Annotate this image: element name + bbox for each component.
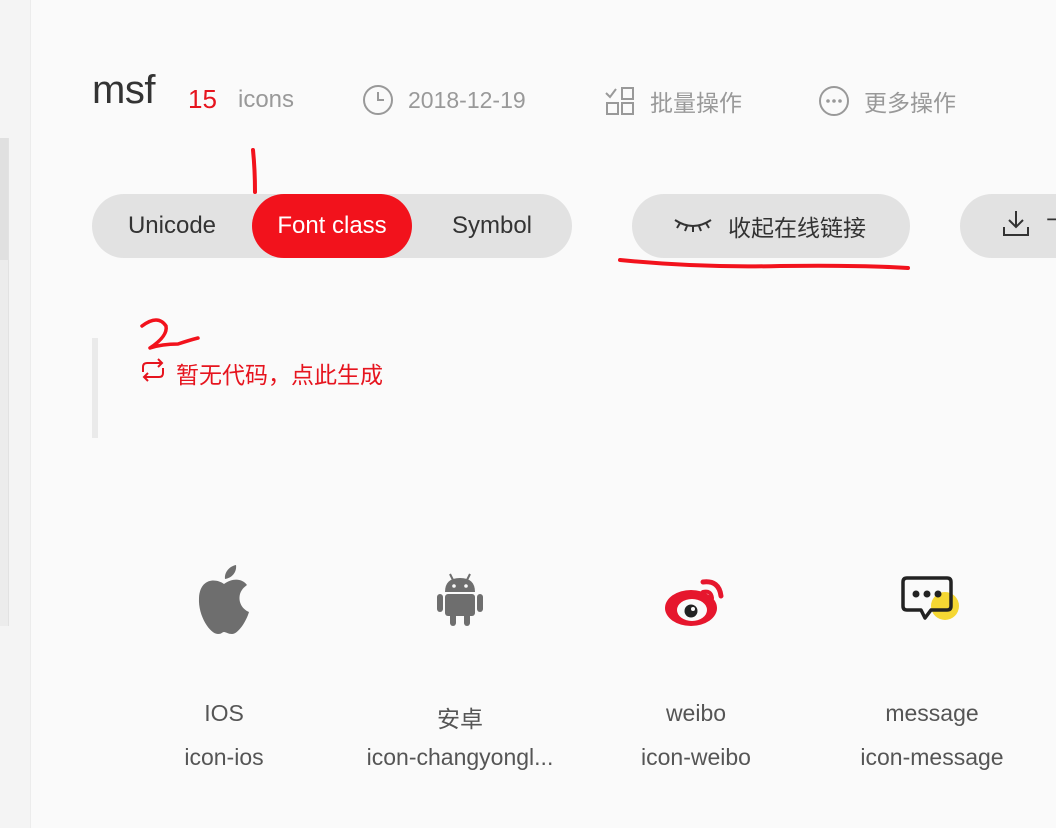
message-icon	[822, 560, 1042, 640]
batch-operations-button[interactable]: 批量操作	[604, 84, 742, 118]
icon-class: icon-ios	[184, 744, 264, 770]
icon-card-ios[interactable]: IOS icon-ios	[114, 560, 334, 771]
icon-class: icon-message	[860, 744, 1004, 770]
clock-icon	[362, 84, 394, 116]
more-label: 更多操作	[864, 90, 956, 116]
icon-name: message	[885, 700, 979, 726]
android-icon	[350, 560, 570, 640]
tab-font-class[interactable]: Font class	[252, 194, 412, 258]
code-area-border	[92, 338, 98, 438]
tab-symbol[interactable]: Symbol	[412, 194, 572, 258]
icon-card-message[interactable]: message icon-message	[822, 560, 1042, 771]
icons-label: icons	[238, 86, 295, 113]
project-title: msf	[92, 68, 155, 112]
download-button[interactable]: 下	[960, 194, 1056, 258]
date-text: 2018-12-19	[408, 86, 526, 113]
collapse-link-label: 收起在线链接	[728, 215, 866, 241]
apple-icon	[114, 560, 334, 640]
code-format-tabs: Unicode Font class Symbol	[92, 194, 572, 258]
icon-class: icon-weibo	[641, 744, 751, 770]
download-icon	[1000, 207, 1032, 245]
generate-code-link[interactable]: 暂无代码，点此生成	[138, 356, 383, 390]
grid-icon	[604, 85, 636, 117]
more-operations-button[interactable]: 更多操作	[818, 84, 956, 118]
generate-code-label: 暂无代码，点此生成	[176, 362, 383, 388]
batch-label: 批量操作	[650, 90, 742, 116]
more-dots-icon	[818, 85, 850, 117]
underline-mark	[618, 258, 910, 270]
icon-class: icon-changyongl...	[366, 744, 554, 770]
weibo-icon	[586, 560, 806, 640]
icon-count: 15	[188, 84, 217, 114]
icon-name: IOS	[204, 700, 244, 726]
icon-name: weibo	[665, 700, 727, 726]
icon-card-android[interactable]: 安卓 icon-changyongl...	[350, 560, 570, 771]
tab-unicode[interactable]: Unicode	[92, 194, 252, 258]
annotation-mark-1	[251, 148, 257, 194]
refresh-icon	[138, 358, 168, 388]
download-label: 下	[1046, 209, 1056, 243]
annotation-mark-2	[140, 318, 200, 350]
sidebar-panel[interactable]	[0, 138, 9, 626]
sidebar-strip	[0, 0, 31, 828]
icon-name: 安卓	[437, 706, 483, 732]
date-info: 2018-12-19	[362, 84, 526, 116]
collapse-online-link-button[interactable]: 收起在线链接	[632, 194, 910, 258]
closed-eye-icon	[672, 213, 714, 240]
icon-card-weibo[interactable]: weibo icon-weibo	[586, 560, 806, 771]
